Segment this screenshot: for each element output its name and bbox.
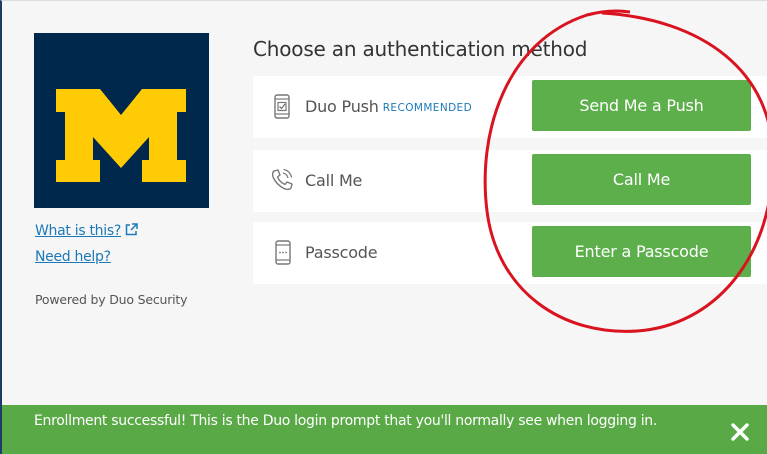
what-is-this-link[interactable]: What is this? (35, 223, 138, 239)
method-row-call-me: Call Me Call Me (253, 150, 767, 212)
method-row-duo-push: Duo Push RECOMMENDED Send Me a Push (253, 76, 767, 138)
block-m-icon (56, 89, 186, 182)
close-icon[interactable] (729, 421, 751, 443)
enter-passcode-button[interactable]: Enter a Passcode (532, 226, 751, 277)
method-label-passcode: Passcode (305, 243, 378, 262)
method-row-passcode: Passcode Enter a Passcode (253, 222, 767, 284)
banner-message: Enrollment successful! This is the Duo l… (34, 413, 658, 429)
duo-auth-frame: What is this? Need help? Powered by Duo … (0, 0, 767, 454)
method-label-duo-push: Duo Push RECOMMENDED (305, 97, 472, 116)
external-link-icon (125, 223, 138, 236)
what-is-this-label: What is this? (35, 223, 121, 239)
page-title: Choose an authentication method (253, 37, 588, 61)
recommended-badge: RECOMMENDED (382, 102, 473, 114)
call-me-button[interactable]: Call Me (532, 154, 751, 205)
phone-check-icon (274, 94, 290, 119)
passcode-device-icon (275, 240, 291, 265)
method-label-call-me: Call Me (305, 171, 363, 190)
method-name: Duo Push (305, 97, 379, 116)
need-help-link[interactable]: Need help? (35, 249, 111, 265)
success-banner: Enrollment successful! This is the Duo l… (2, 405, 767, 454)
send-push-button[interactable]: Send Me a Push (532, 80, 751, 131)
university-michigan-logo (34, 33, 209, 208)
powered-by-text: Powered by Duo Security (35, 292, 188, 307)
phone-call-icon (271, 168, 293, 191)
